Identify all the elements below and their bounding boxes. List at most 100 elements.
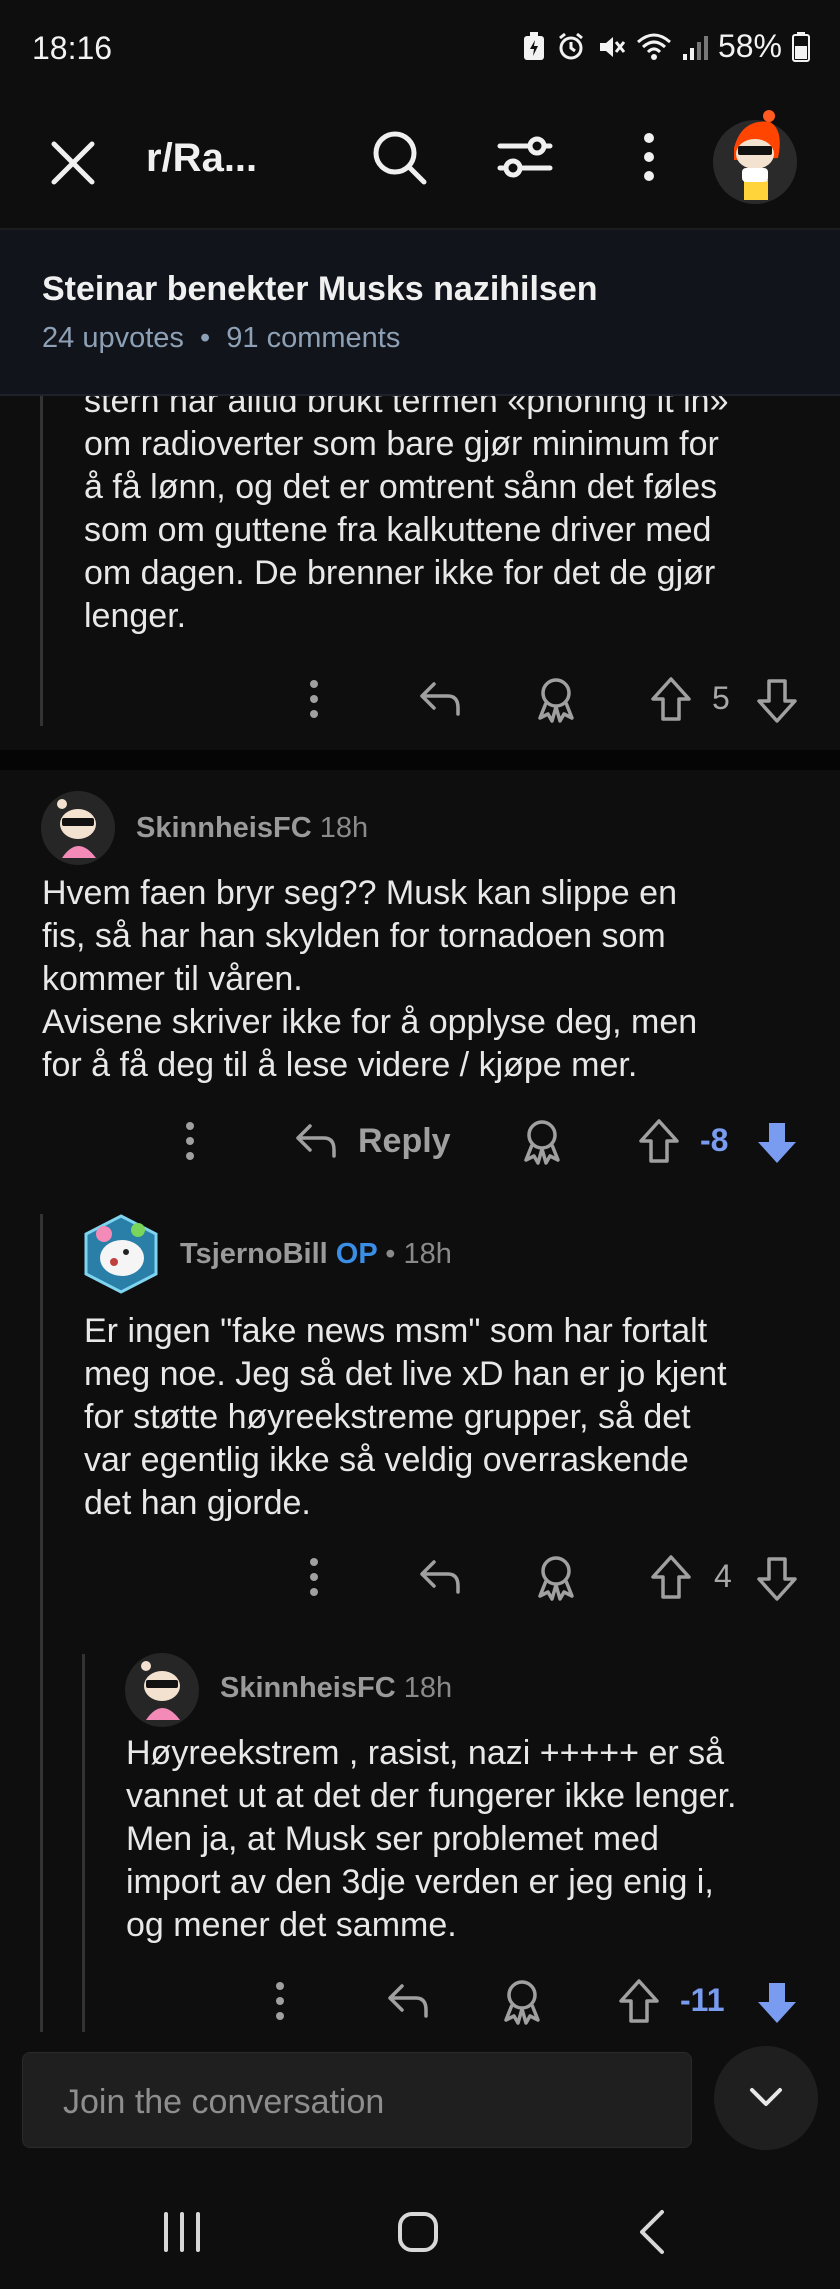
status-bar: 18:16 58% — [0, 0, 840, 96]
downvote-active-icon[interactable] — [754, 1118, 800, 1168]
award-icon[interactable] — [534, 674, 578, 724]
comment-count: 91 comments — [226, 322, 401, 354]
author-name: TsjernoBill — [180, 1238, 328, 1270]
comment-line: lenger. — [84, 597, 187, 635]
thread-line[interactable] — [40, 396, 43, 726]
comment-author[interactable]: SkinnheisFC 18h — [220, 1672, 452, 1705]
more-options-icon[interactable] — [172, 1116, 208, 1166]
post-header[interactable]: Steinar benekter Musks nazihilsen 24 upv… — [0, 230, 840, 396]
sort-filter-icon[interactable] — [494, 126, 556, 188]
comment-age: 18h — [319, 812, 369, 844]
award-icon[interactable] — [500, 1976, 544, 2026]
comment-body: Er ingen "fake news msm" som har fortalt… — [84, 1310, 727, 1525]
upvote-count: 24 upvotes — [42, 322, 184, 354]
avatar[interactable] — [82, 1212, 160, 1296]
comment-line: som om guttene fra kalkuttene driver med — [84, 511, 712, 549]
user-avatar[interactable] — [712, 108, 798, 206]
comment-line: Hvem faen bryr seg?? Musk kan slippe en — [42, 874, 677, 912]
battery-icon — [792, 31, 810, 62]
mute-icon — [599, 36, 626, 57]
vote-score: -11 — [680, 1982, 725, 2018]
vote-score: -8 — [700, 1122, 729, 1158]
comment-line: om radioverter som bare gjør minimum for — [84, 425, 719, 463]
downvote-icon[interactable] — [754, 676, 800, 726]
comment-line: for å få deg til å lese videre / kjøpe m… — [42, 1046, 638, 1084]
reply-icon — [296, 1124, 336, 1158]
comment-line: meg noe. Jeg så det live xD han er jo kj… — [84, 1355, 727, 1393]
author-name: SkinnheisFC — [136, 812, 312, 844]
meta-separator: • — [191, 322, 219, 354]
comment-line: fis, så har han skylden for tornadoen so… — [42, 917, 666, 955]
status-icons: 58% — [522, 28, 810, 65]
comment-composer[interactable]: Join the conversation — [22, 2052, 692, 2148]
avatar[interactable] — [124, 1652, 200, 1728]
more-options-icon[interactable] — [622, 126, 676, 188]
alarm-icon — [559, 32, 583, 59]
comment-line: Høyreekstrem , rasist, nazi +++++ er så — [126, 1734, 725, 1772]
comment-line: å få lønn, og det er omtrent sånn det fø… — [84, 468, 718, 506]
post-title: Steinar benekter Musks nazihilsen — [42, 270, 598, 308]
comment-age: • 18h — [385, 1238, 452, 1270]
vote-score: 4 — [714, 1558, 732, 1594]
vote-score: 5 — [712, 680, 730, 716]
close-icon[interactable] — [44, 134, 102, 192]
comment-author[interactable]: SkinnheisFC 18h — [136, 812, 368, 845]
subreddit-title[interactable]: r/Ra... — [146, 136, 257, 181]
comment-line: Avisene skriver ikke for å opplyse deg, … — [42, 1003, 698, 1041]
comment-body: stern har alltid brukt termen «phoning i… — [84, 396, 728, 638]
composer-placeholder: Join the conversation — [63, 2083, 385, 2121]
more-options-icon[interactable] — [262, 1976, 298, 2026]
search-icon[interactable] — [368, 126, 430, 188]
award-icon[interactable] — [534, 1552, 578, 1602]
upvote-icon[interactable] — [636, 1116, 682, 1166]
upvote-icon[interactable] — [616, 1976, 662, 2026]
comment-line: stern har alltid brukt termen «phoning i… — [84, 396, 729, 420]
thread-line[interactable] — [82, 1654, 85, 2032]
battery-saver-icon — [523, 31, 544, 60]
battery-percent: 58% — [717, 28, 782, 64]
recent-apps-icon[interactable] — [142, 2192, 222, 2272]
downvote-icon[interactable] — [754, 1554, 800, 1604]
wifi-icon — [636, 33, 671, 60]
reply-icon[interactable] — [386, 1978, 432, 2024]
comment-line: kommer til våren. — [42, 960, 303, 998]
comment-line: vannet ut at det der fungerer ikke lenge… — [126, 1777, 737, 1815]
award-icon[interactable] — [520, 1116, 564, 1166]
comment-line: import av den 3dje verden er jeg enig i, — [126, 1863, 714, 1901]
comment-list: stern har alltid brukt termen «phoning i… — [0, 396, 840, 2032]
more-options-icon[interactable] — [296, 674, 332, 724]
chevron-down-icon — [750, 2088, 782, 2106]
comment-line: og mener det samme. — [126, 1906, 457, 1944]
upvote-icon[interactable] — [648, 674, 694, 724]
thread-line[interactable] — [40, 1214, 43, 2032]
post-meta: 24 upvotes • 91 comments — [42, 322, 400, 355]
scroll-down-button[interactable] — [714, 2046, 818, 2150]
reply-label: Reply — [358, 1122, 451, 1160]
system-nav-bar — [0, 2192, 840, 2289]
reply-icon[interactable] — [418, 676, 464, 722]
comment-line: om dagen. De brenner ikke for det de gjø… — [84, 554, 716, 592]
author-name: SkinnheisFC — [220, 1672, 396, 1704]
top-bar: r/Ra... — [0, 96, 840, 230]
comment-body: Høyreekstrem , rasist, nazi +++++ er så … — [126, 1732, 737, 1947]
comment-body: Hvem faen bryr seg?? Musk kan slippe en … — [42, 872, 697, 1087]
comment-line: Men ja, at Musk ser problemet med — [126, 1820, 659, 1858]
op-badge: OP — [335, 1238, 378, 1270]
comment-author[interactable]: TsjernoBill OP • 18h — [180, 1238, 452, 1271]
comment-line: for støtte høyreekstreme grupper, så det — [84, 1398, 691, 1436]
bottom-bar: Join the conversation — [0, 2032, 840, 2289]
avatar[interactable] — [40, 790, 116, 866]
back-icon[interactable] — [614, 2192, 694, 2272]
downvote-active-icon[interactable] — [754, 1978, 800, 2028]
comment-line: var egentlig ikke så veldig overraskende — [84, 1441, 689, 1479]
home-icon[interactable] — [378, 2192, 458, 2272]
more-options-icon[interactable] — [296, 1552, 332, 1602]
reply-icon[interactable] — [418, 1554, 464, 1600]
signal-icon — [682, 35, 708, 60]
status-time: 18:16 — [32, 30, 113, 66]
comment-line: Er ingen "fake news msm" som har fortalt — [84, 1312, 708, 1350]
comment-divider — [0, 750, 840, 770]
comment-line: det han gjorde. — [84, 1484, 311, 1522]
upvote-icon[interactable] — [648, 1552, 694, 1602]
comment-age: 18h — [403, 1672, 453, 1704]
